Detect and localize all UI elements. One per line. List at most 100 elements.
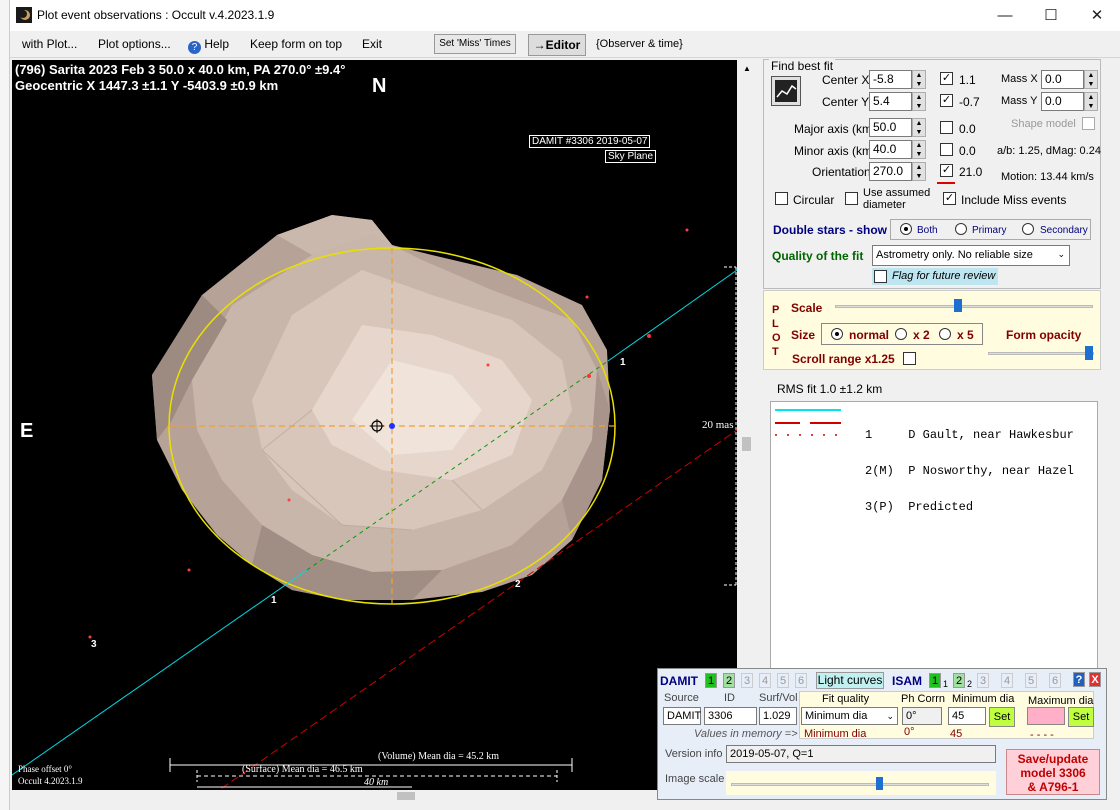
window-title: Plot event observations : Occult v.4.202…: [37, 8, 275, 22]
flag-review-checkbox[interactable]: [874, 270, 887, 283]
background-window-strip: [0, 0, 10, 810]
menu-keep-on-top[interactable]: Keep form on top: [250, 37, 342, 51]
image-scale-thumb[interactable]: [876, 777, 883, 790]
mass-x-input[interactable]: 0.0: [1041, 70, 1084, 89]
double-stars-primary-radio[interactable]: [955, 223, 967, 235]
ph-corr-field[interactable]: 0°: [902, 707, 942, 725]
max-dia-field[interactable]: [1027, 707, 1065, 725]
center-x-stepper[interactable]: ▲ ▼: [912, 70, 926, 89]
legend-entry[interactable]: 3(P) Predicted: [865, 501, 1074, 513]
size-x5-radio[interactable]: [939, 328, 951, 340]
mas-scale-label: 20 mas: [702, 419, 734, 431]
menu-help-label: Help: [204, 37, 230, 51]
surf-vol-field[interactable]: 1.029: [759, 707, 797, 725]
find-best-fit-button[interactable]: [771, 76, 801, 106]
menu-exit[interactable]: Exit: [362, 37, 382, 51]
damit-tab-1[interactable]: 1: [705, 673, 717, 688]
damit-tab-3[interactable]: 3: [741, 673, 753, 688]
help-icon: ?: [188, 41, 201, 54]
fit-quality-value: Minimum dia: [805, 710, 868, 722]
damit-tab-4[interactable]: 4: [759, 673, 771, 688]
damit-tab-2[interactable]: 2: [723, 673, 735, 688]
image-scale-slider[interactable]: [726, 771, 996, 795]
editor-button[interactable]: →Editor: [528, 34, 586, 56]
orientation-input[interactable]: 270.0: [869, 162, 912, 181]
fit-quality-dropdown[interactable]: Minimum dia ⌄: [801, 707, 898, 725]
center-y-stepper[interactable]: ▲ ▼: [912, 92, 926, 111]
circular-checkbox[interactable]: [775, 192, 788, 205]
id-field[interactable]: 3306: [704, 707, 757, 725]
scroll-thumb[interactable]: [742, 437, 751, 451]
form-opacity-slider[interactable]: [988, 346, 1094, 362]
chord-label: 2: [515, 579, 521, 590]
orientation-value: 21.0: [959, 165, 983, 179]
size-normal-radio[interactable]: [831, 328, 843, 340]
include-miss-checkbox[interactable]: ✓: [943, 192, 956, 205]
set-miss-times-button[interactable]: Set 'Miss' Times: [434, 34, 516, 54]
mass-y-input[interactable]: 0.0: [1041, 92, 1084, 111]
plot-header-line1: (796) Sarita 2023 Feb 3 50.0 x 40.0 km, …: [15, 62, 346, 77]
light-curves-button[interactable]: Light curves: [816, 672, 884, 689]
major-axis-label: Major axis (km): [794, 122, 877, 136]
menu-help[interactable]: ? Help: [188, 37, 229, 54]
major-axis-stepper[interactable]: ▲ ▼: [912, 118, 926, 137]
isam-tab-4[interactable]: 4: [1001, 673, 1013, 688]
center-y-checkbox[interactable]: ✓: [940, 94, 953, 107]
size-x2-radio[interactable]: [895, 328, 907, 340]
scroll-thumb[interactable]: [397, 792, 415, 800]
occult-app-icon: [16, 7, 32, 23]
isam-label: ISAM: [892, 674, 922, 688]
help-button[interactable]: ?: [1073, 672, 1085, 687]
mass-x-label: Mass X: [1001, 73, 1038, 85]
center-y-input[interactable]: 5.4: [869, 92, 912, 111]
plot-horizontal-scrollbar[interactable]: [12, 790, 737, 802]
close-button[interactable]: ✕: [1074, 0, 1120, 31]
orientation-checkbox[interactable]: ✓: [940, 164, 953, 177]
chord-marker: [647, 334, 651, 338]
double-stars-both-radio[interactable]: [900, 223, 912, 235]
isam-tab-2[interactable]: 2: [953, 673, 965, 688]
damit-tab-6[interactable]: 6: [795, 673, 807, 688]
orientation-stepper[interactable]: ▲ ▼: [912, 162, 926, 181]
center-x-checkbox[interactable]: ✓: [940, 72, 953, 85]
mass-y-stepper[interactable]: ▲ ▼: [1084, 92, 1098, 111]
minor-axis-stepper[interactable]: ▲ ▼: [912, 140, 926, 159]
center-x-input[interactable]: -5.8: [869, 70, 912, 89]
memory-max-value: - - - -: [1030, 729, 1054, 741]
set-max-dia-button[interactable]: Set: [1068, 707, 1094, 727]
damit-tab-5[interactable]: 5: [777, 673, 789, 688]
version-info-field[interactable]: 2019-05-07, Q=1: [726, 745, 996, 763]
use-assumed-checkbox[interactable]: [845, 192, 858, 205]
scroll-range-checkbox[interactable]: [903, 352, 916, 365]
quality-fit-dropdown[interactable]: Astrometry only. No reliable size ⌄: [872, 245, 1070, 266]
shape-model-checkbox[interactable]: [1082, 117, 1095, 130]
minimize-button[interactable]: —: [982, 0, 1028, 31]
mass-x-stepper[interactable]: ▲ ▼: [1084, 70, 1098, 89]
minor-axis-input[interactable]: 40.0: [869, 140, 912, 159]
isam-tab-5[interactable]: 5: [1025, 673, 1037, 688]
maximize-button[interactable]: ☐: [1028, 0, 1074, 31]
minor-axis-checkbox[interactable]: [940, 143, 953, 156]
scale-slider-thumb[interactable]: [954, 299, 962, 312]
save-update-model-button[interactable]: Save/update model 3306 & A796-1: [1006, 749, 1100, 795]
isam-tab-6[interactable]: 6: [1049, 673, 1061, 688]
major-axis-checkbox[interactable]: [940, 121, 953, 134]
menu-with-plot[interactable]: with Plot...: [22, 37, 77, 51]
close-panel-button[interactable]: X: [1089, 672, 1101, 687]
center-of-mass-dot: [389, 423, 395, 429]
menu-plot-options[interactable]: Plot options...: [98, 37, 171, 51]
double-stars-both-label: Both: [917, 225, 938, 236]
opacity-slider-thumb[interactable]: [1085, 346, 1093, 360]
legend-entry[interactable]: 1 D Gault, near Hawkesbur: [865, 429, 1074, 441]
set-min-dia-button[interactable]: Set: [989, 707, 1015, 727]
major-axis-input[interactable]: 50.0: [869, 118, 912, 137]
scroll-up-icon[interactable]: ▲: [743, 64, 751, 73]
plot-canvas[interactable]: (796) Sarita 2023 Feb 3 50.0 x 40.0 km, …: [12, 60, 737, 802]
double-stars-secondary-radio[interactable]: [1022, 223, 1034, 235]
scale-slider[interactable]: [835, 299, 1093, 313]
source-field[interactable]: DAMIT: [663, 707, 701, 725]
legend-entry[interactable]: 2(M) P Nosworthy, near Hazel: [865, 465, 1074, 477]
isam-tab-3[interactable]: 3: [977, 673, 989, 688]
isam-tab-1[interactable]: 1: [929, 673, 941, 688]
min-dia-field[interactable]: 45: [948, 707, 986, 725]
